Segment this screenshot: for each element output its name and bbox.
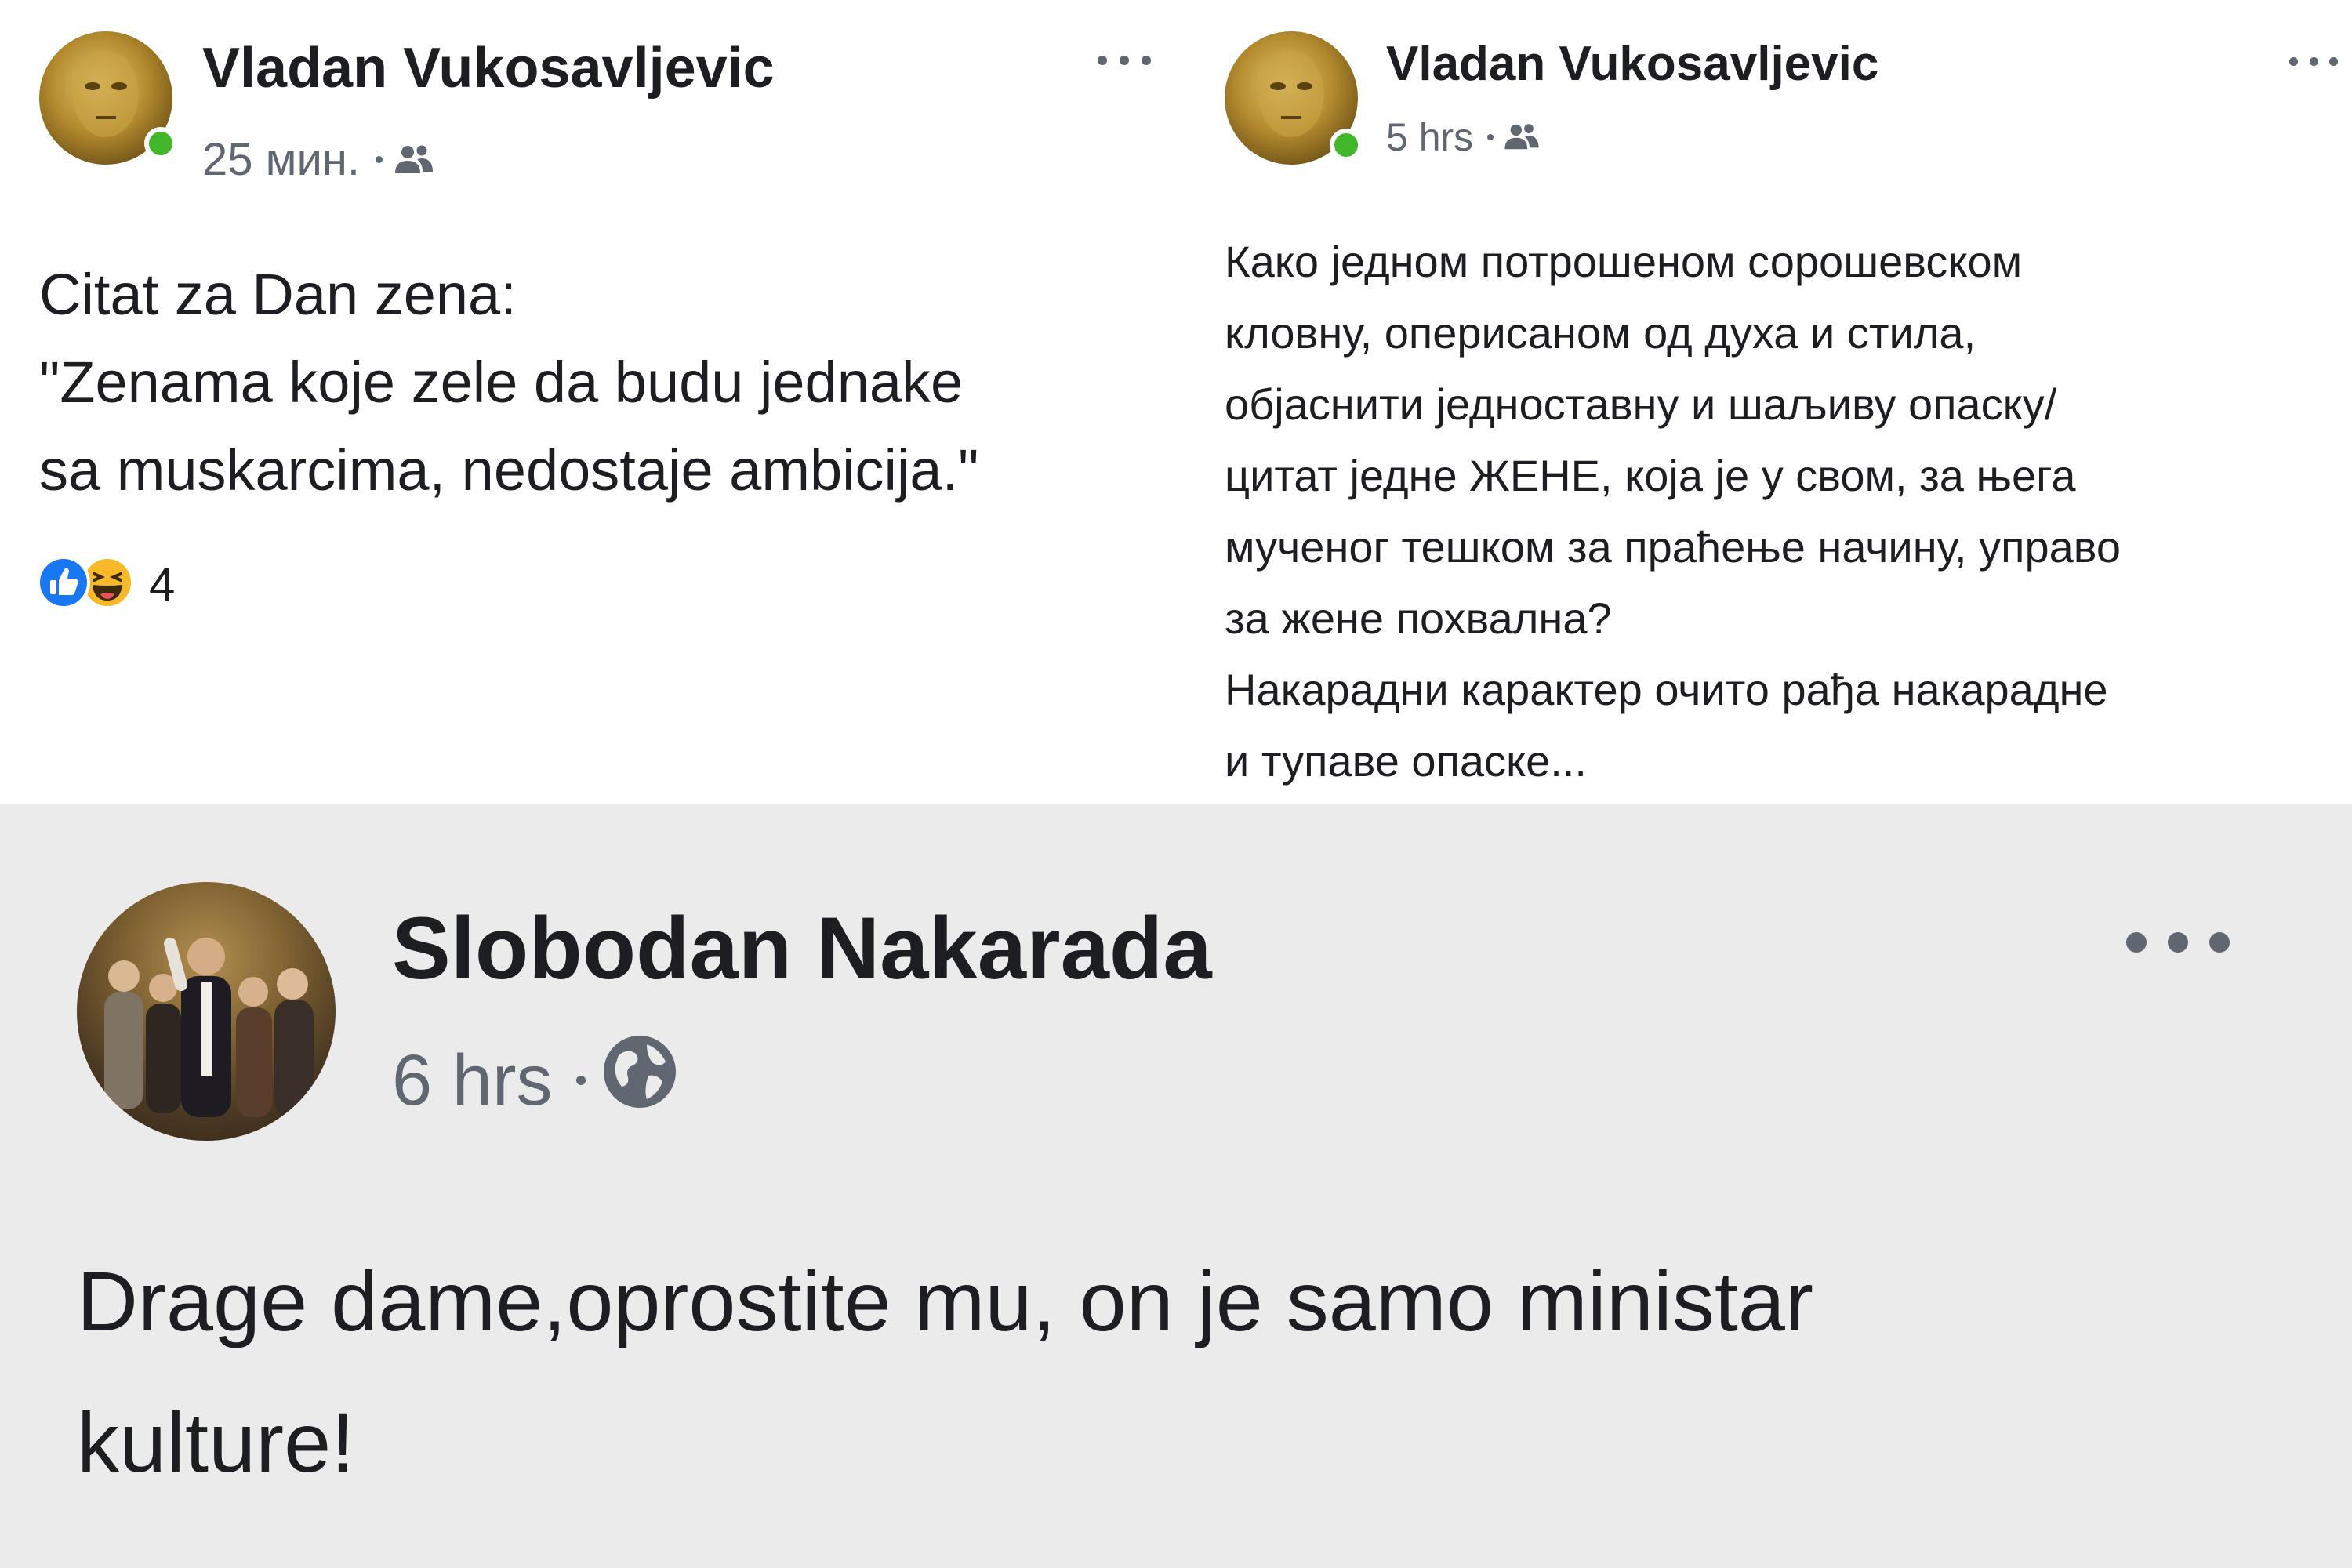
- reaction-count: 4: [149, 558, 176, 611]
- post-card: Slobodan Nakarada 6 hrs Drage dame,opros…: [0, 804, 2352, 1568]
- like-icon: [36, 555, 91, 614]
- separator-dot: [575, 1076, 586, 1085]
- dot: [2289, 56, 2298, 66]
- post-timestamp[interactable]: 6 hrs: [392, 1040, 553, 1122]
- post-text: Citat za Dan zena: "Zenama koje zele da …: [39, 262, 979, 503]
- friends-icon: [394, 133, 434, 186]
- post-card: Vladan Vukosavljevic 5 hrs Како једном п…: [1207, 0, 2352, 804]
- avatar-image: [77, 882, 336, 1141]
- more-options-button[interactable]: [2289, 56, 2338, 66]
- author-name[interactable]: Slobodan Nakarada: [392, 898, 1212, 999]
- reactions-summary[interactable]: 4: [36, 555, 175, 614]
- more-options-button[interactable]: [2126, 931, 2230, 953]
- post-card: Vladan Vukosavljevic 25 мин. Citat za Da…: [0, 0, 1207, 804]
- dot: [1142, 56, 1151, 65]
- separator-dot: [376, 156, 383, 163]
- dot: [2309, 56, 2318, 66]
- dot: [2209, 932, 2230, 953]
- author-name[interactable]: Vladan Vukosavljevic: [202, 36, 775, 100]
- friends-icon: [1503, 114, 1541, 160]
- author-name[interactable]: Vladan Vukosavljevic: [1386, 36, 1878, 92]
- post-meta: 25 мин.: [202, 133, 434, 186]
- dot: [1098, 56, 1107, 65]
- more-options-button[interactable]: [1098, 55, 1151, 66]
- dot: [2168, 932, 2188, 953]
- post-meta: 5 hrs: [1386, 114, 1541, 160]
- globe-icon: [601, 1033, 678, 1127]
- dot: [2329, 56, 2338, 66]
- post-timestamp[interactable]: 5 hrs: [1386, 114, 1473, 160]
- dot: [1120, 56, 1129, 65]
- post-timestamp[interactable]: 25 мин.: [202, 133, 360, 186]
- online-status-indicator: [144, 127, 177, 160]
- author-avatar[interactable]: [77, 882, 336, 1141]
- post-meta: 6 hrs: [392, 1033, 678, 1127]
- dot: [2126, 932, 2147, 953]
- author-avatar[interactable]: [1225, 31, 1363, 165]
- author-avatar[interactable]: [39, 31, 177, 165]
- separator-dot: [1487, 134, 1494, 140]
- online-status-indicator: [1330, 129, 1363, 162]
- post-text: Drage dame,oprostite mu, on je samo mini…: [77, 1254, 1813, 1490]
- post-text: Како једном потрошеном сорошевском кловн…: [1225, 237, 2122, 786]
